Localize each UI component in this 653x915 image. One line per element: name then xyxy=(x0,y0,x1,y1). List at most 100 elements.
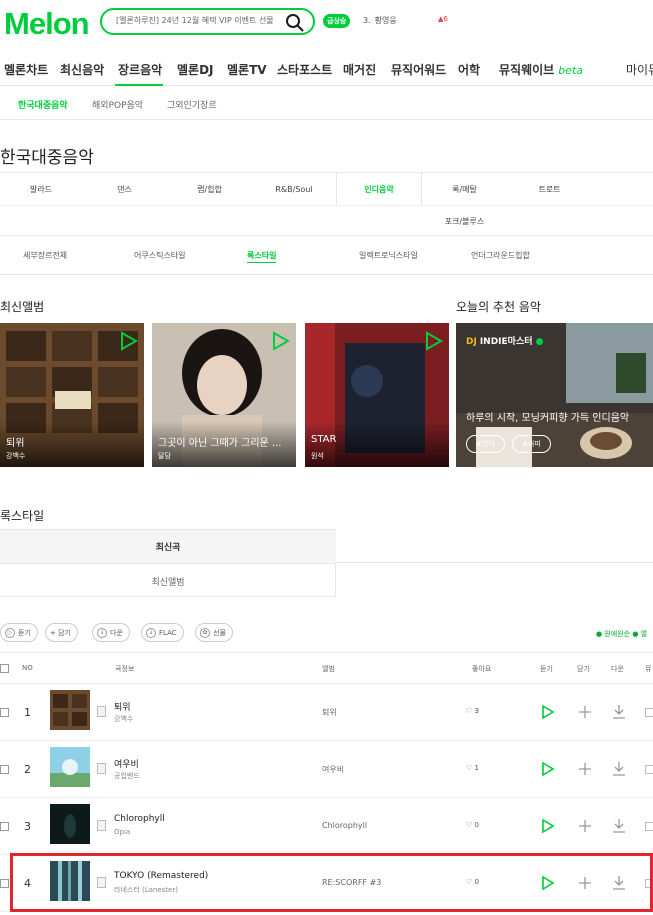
th-album: 앨범 xyxy=(322,665,335,673)
nav-music-awards[interactable]: 뮤직어워드 xyxy=(391,61,446,78)
th-add: 담기 xyxy=(577,665,590,673)
table-row[interactable]: 2 여우비 공업밴드 여우비 ♡ 1 xyxy=(0,741,653,798)
album-card[interactable]: STAR 원석 xyxy=(305,323,449,467)
flac-button[interactable]: ↓ FLAC xyxy=(141,623,184,642)
song-info-icon[interactable] xyxy=(97,706,106,717)
like-button[interactable]: ♡ 0 xyxy=(466,821,479,829)
song-artist[interactable]: 강백수 xyxy=(114,714,133,724)
plus-icon[interactable] xyxy=(578,819,592,833)
detail-tab-all[interactable]: 세부장르전체 xyxy=(23,250,67,261)
rising-badge: 급상승 xyxy=(323,14,351,28)
dj-recommend-card[interactable]: DJ INDIE마스터 ● 하루의 시작, 모닝커피향 가득 인디음악 #인디 #… xyxy=(456,323,653,467)
gift-label: 선물 xyxy=(213,628,226,637)
search-input[interactable]: [멜론하루진] 24년 12월 혜택 VIP 이벤트 선물 xyxy=(116,15,274,26)
row-checkbox[interactable] xyxy=(0,708,9,717)
nav-melon-tv[interactable]: 멜론TV xyxy=(227,61,267,78)
rank-word: 황영웅 xyxy=(374,16,397,25)
tab-latest-albums[interactable]: 최신앨범 xyxy=(0,564,336,598)
gift-button[interactable]: ✿ 선물 xyxy=(195,623,233,642)
genre-trot[interactable]: 트로트 xyxy=(507,173,592,205)
nav-starpost[interactable]: 스타포스트 xyxy=(277,61,332,78)
th-listen: 듣기 xyxy=(540,665,553,673)
download-label: 다운 xyxy=(110,628,123,637)
song-artist[interactable]: Opia xyxy=(114,828,130,836)
genre-rock[interactable]: 록/메탈 xyxy=(422,173,507,205)
row-checkbox[interactable] xyxy=(0,822,9,831)
plus-icon[interactable] xyxy=(578,705,592,719)
play-icon[interactable] xyxy=(541,761,555,777)
album-card[interactable]: 그곳이 아닌 그때가 그리운 ... 달담 xyxy=(152,323,296,467)
album-thumb[interactable] xyxy=(50,804,90,844)
like-button[interactable]: ♡ 3 xyxy=(466,707,479,715)
melon-logo[interactable]: Melon xyxy=(4,6,90,42)
heart-icon: ♡ xyxy=(466,707,473,715)
detail-tab-acoustic[interactable]: 어쿠스틱스타일 xyxy=(134,250,186,261)
play-icon[interactable] xyxy=(272,331,290,351)
rising-keyword[interactable]: 3. 황영웅 xyxy=(363,15,397,26)
genre-dance[interactable]: 댄스 xyxy=(82,173,167,205)
tab-latest-songs[interactable]: 최신곡 xyxy=(0,530,336,564)
mv-icon[interactable] xyxy=(645,708,653,717)
album-thumb[interactable] xyxy=(50,690,90,730)
nav-my-music[interactable]: 마이뮤직 xyxy=(626,61,653,78)
table-row[interactable]: 1 퇴위 강백수 퇴위 ♡ 3 xyxy=(0,684,653,741)
nav-genre-music[interactable]: 장르음악 xyxy=(118,61,162,78)
song-title[interactable]: Chlorophyll xyxy=(114,814,165,824)
download-icon[interactable] xyxy=(611,818,627,834)
download-icon[interactable] xyxy=(611,704,627,720)
search-box[interactable]: [멜론하루진] 24년 12월 혜택 VIP 이벤트 선물 xyxy=(100,8,315,35)
nav-latest-music[interactable]: 최신음악 xyxy=(60,61,104,78)
row-checkbox[interactable] xyxy=(0,765,9,774)
detail-tab-underground[interactable]: 언더그라운드힙합 xyxy=(471,250,530,261)
table-row[interactable]: 3 Chlorophyll Opia Chlorophyll ♡ 0 xyxy=(0,798,653,855)
search-icon[interactable] xyxy=(285,13,305,33)
detail-tab-electronic[interactable]: 일렉트로닉스타일 xyxy=(359,250,418,261)
song-title[interactable]: 여우비 xyxy=(114,757,139,770)
table-header: NO 곡정보 앨범 좋아요 듣기 담기 다운 뮤 xyxy=(0,652,653,684)
song-info-icon[interactable] xyxy=(97,820,106,831)
tab-other-genres[interactable]: 그외인기장르 xyxy=(167,98,217,111)
listen-button[interactable]: ▷ 듣기 xyxy=(0,623,38,642)
add-button[interactable]: + 담기 xyxy=(45,623,78,642)
select-all-checkbox[interactable] xyxy=(0,664,9,673)
download-button[interactable]: ↓ 다운 xyxy=(92,623,130,642)
play-icon[interactable] xyxy=(541,704,555,720)
nav-melon-chart[interactable]: 멜론차트 xyxy=(4,61,48,78)
mv-icon[interactable] xyxy=(645,765,653,774)
rock-tabs: 최신곡 최신앨범 xyxy=(0,529,336,597)
song-album[interactable]: Chlorophyll xyxy=(322,821,367,830)
plus-icon[interactable] xyxy=(578,762,592,776)
play-icon[interactable] xyxy=(425,331,443,351)
mv-icon[interactable] xyxy=(645,822,653,831)
genre-hiphop[interactable]: 랩/힙합 xyxy=(167,173,252,205)
play-icon[interactable] xyxy=(120,331,138,351)
song-info-icon[interactable] xyxy=(97,763,106,774)
row-number: 1 xyxy=(24,706,31,719)
nav-magazine[interactable]: 매거진 xyxy=(343,61,376,78)
tab-korean-pop[interactable]: 한국대중음악 xyxy=(18,98,68,111)
play-icon[interactable] xyxy=(541,818,555,834)
nav-music-wave[interactable]: 뮤직웨이브 beta xyxy=(499,61,583,78)
tab-overseas-pop[interactable]: 해외POP음악 xyxy=(92,98,143,111)
download-icon[interactable] xyxy=(611,761,627,777)
song-album[interactable]: 퇴위 xyxy=(322,707,337,718)
nav-language[interactable]: 어학 xyxy=(458,61,480,78)
album-thumb[interactable] xyxy=(50,747,90,787)
song-album[interactable]: 여우비 xyxy=(322,764,344,775)
song-artist[interactable]: 공업밴드 xyxy=(114,771,140,781)
dj-tag[interactable]: #커피 xyxy=(512,435,551,453)
genre-folk[interactable]: 포크/블루스 xyxy=(422,206,507,237)
album-card[interactable]: 퇴위 강백수 xyxy=(0,323,144,467)
genre-rnb[interactable]: R&B/Soul xyxy=(252,173,336,205)
detail-tab-rock[interactable]: 록스타일 xyxy=(247,250,277,263)
genre-indie[interactable]: 인디음악 xyxy=(336,173,422,205)
genre-ballad[interactable]: 발라드 xyxy=(0,173,82,205)
song-title[interactable]: 퇴위 xyxy=(114,700,131,713)
row-checkbox[interactable] xyxy=(0,879,9,888)
like-button[interactable]: ♡ 1 xyxy=(466,764,479,772)
dj-tag[interactable]: #인디 xyxy=(466,435,505,453)
nav-melon-dj[interactable]: 멜론DJ xyxy=(177,61,214,78)
rock-section-title: 록스타일 xyxy=(0,509,45,523)
row-number: 3 xyxy=(24,820,31,833)
tab-line xyxy=(336,562,653,563)
